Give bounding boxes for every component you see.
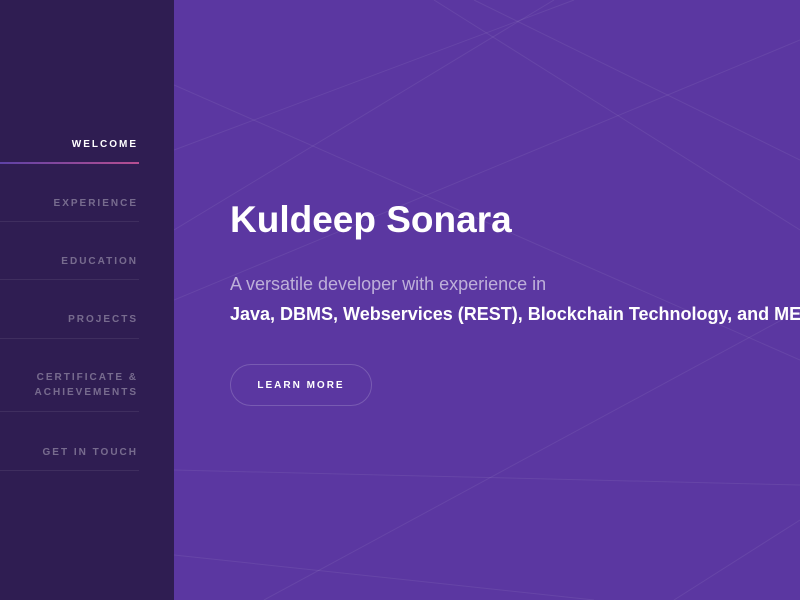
- sidebar-item-label: EDUCATION: [61, 256, 138, 267]
- sidebar-item-label: WELCOME: [71, 139, 138, 150]
- hero-skills-text: Java, DBMS, Webservices (REST), Blockcha…: [230, 304, 800, 324]
- sidebar-item-label: PROJECTS: [68, 314, 138, 325]
- sidebar-item-get-in-touch[interactable]: GET IN TOUCH: [0, 412, 139, 471]
- page: WELCOME EXPERIENCE EDUCATION PROJECTS CE…: [0, 0, 800, 600]
- hero-intro-text: A versatile developer with experience in: [230, 274, 547, 294]
- sidebar-item-education[interactable]: EDUCATION: [0, 222, 139, 280]
- hero-section: Kuldeep Sonara A versatile developer wit…: [174, 0, 800, 600]
- learn-more-button[interactable]: LEARN MORE: [230, 364, 372, 406]
- sidebar-item-projects[interactable]: PROJECTS: [0, 280, 139, 339]
- sidebar-item-label: CERTIFICATE &: [36, 372, 138, 383]
- sidebar-item-experience[interactable]: EXPERIENCE: [0, 164, 139, 222]
- page-title: Kuldeep Sonara: [230, 199, 512, 240]
- sidebar-item-label: EXPERIENCE: [53, 198, 138, 209]
- background-lines: [174, 0, 800, 600]
- sidebar-item-label-line2: ACHIEVEMENTS: [34, 387, 138, 398]
- sidebar-item-label: GET IN TOUCH: [42, 447, 138, 458]
- sidebar-item-certificate-achievements[interactable]: CERTIFICATE & ACHIEVEMENTS: [0, 339, 139, 412]
- sidebar: WELCOME EXPERIENCE EDUCATION PROJECTS CE…: [0, 0, 174, 600]
- sidebar-item-welcome[interactable]: WELCOME: [0, 105, 139, 164]
- sidebar-nav: WELCOME EXPERIENCE EDUCATION PROJECTS CE…: [0, 105, 139, 471]
